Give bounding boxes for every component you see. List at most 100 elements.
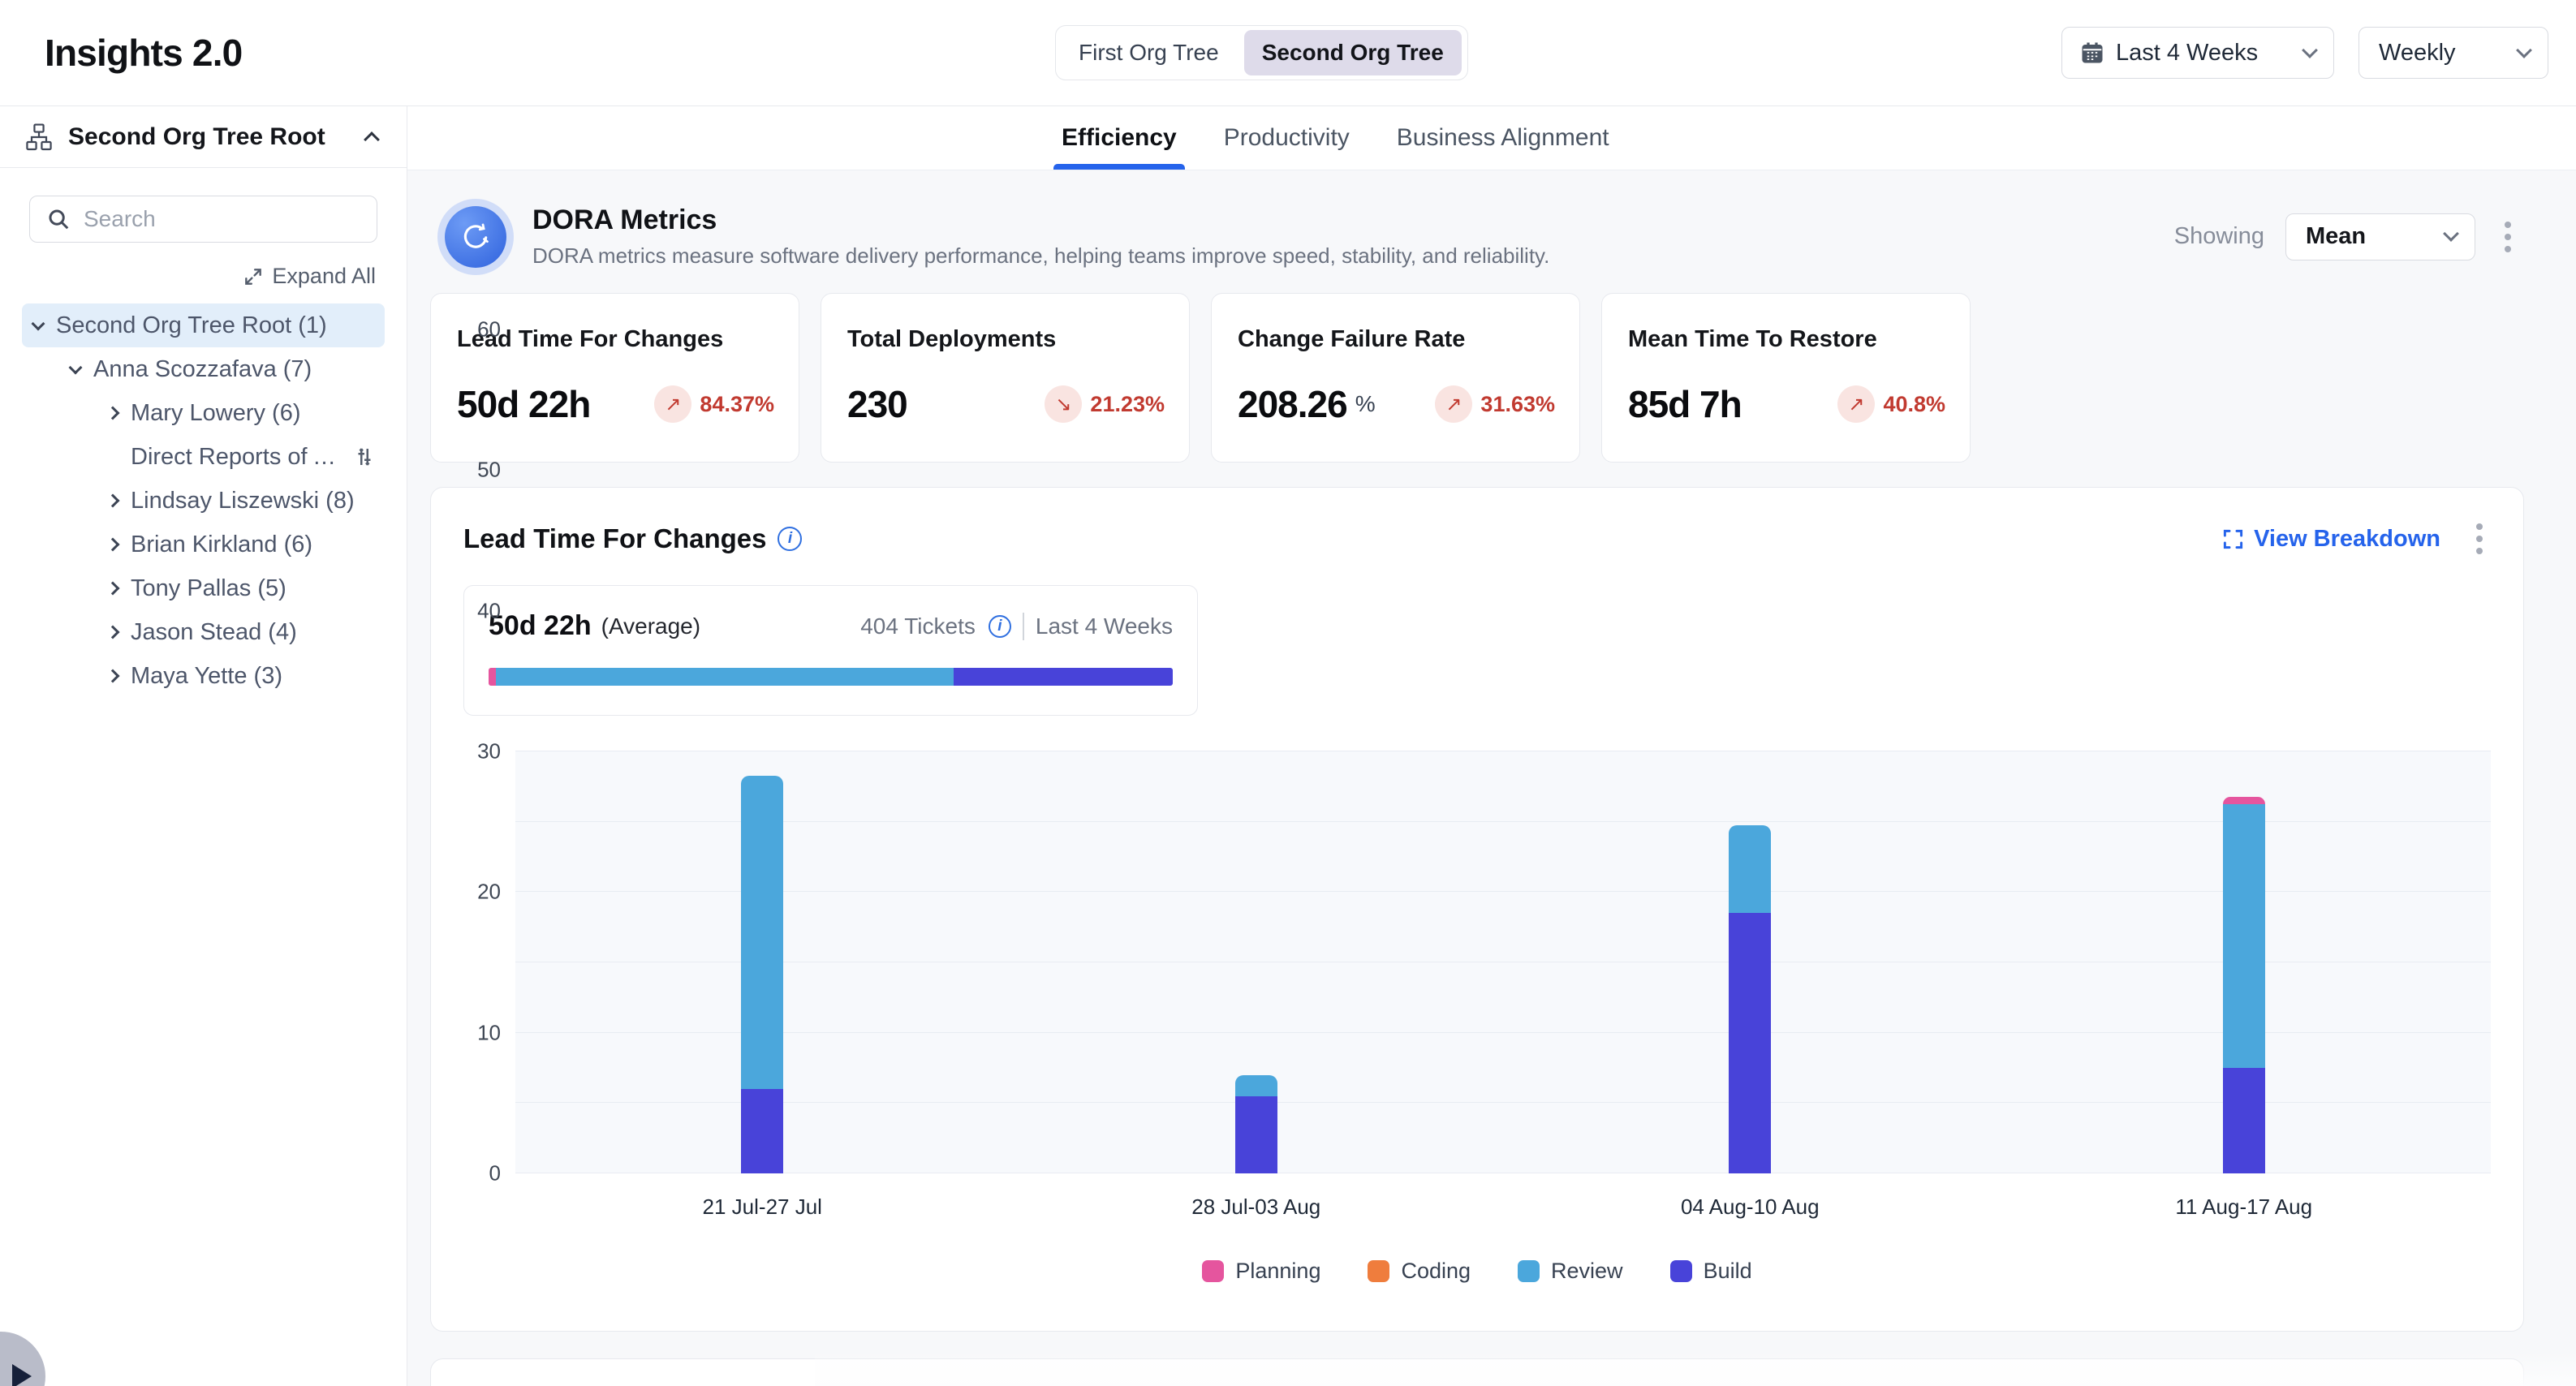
dora-menu-button[interactable] bbox=[2496, 215, 2519, 259]
bar-segment-review bbox=[1729, 825, 1771, 913]
date-range-select[interactable]: Last 4 Weeks bbox=[2061, 27, 2334, 79]
bar-slot-28-jul-03-aug bbox=[1010, 751, 1504, 1173]
divider bbox=[1023, 613, 1024, 640]
metric-card-title: Total Deployments bbox=[847, 326, 1165, 353]
org-tree-icon bbox=[24, 123, 54, 152]
info-icon[interactable]: i bbox=[989, 615, 1011, 638]
metric-value: 208.26 bbox=[1238, 382, 1347, 426]
tree-item-label: Lindsay Liszewski (8) bbox=[131, 488, 355, 514]
x-axis-label: 11 Aug-17 Aug bbox=[1997, 1194, 2492, 1220]
legend-item-build[interactable]: Build bbox=[1670, 1259, 1752, 1284]
metric-delta-value: 31.63% bbox=[1480, 392, 1555, 417]
distribution-segment-planning bbox=[489, 668, 496, 686]
calendar-icon bbox=[2080, 41, 2104, 65]
topbar-controls: Last 4 Weeks Weekly bbox=[2061, 27, 2548, 79]
trend-up-icon: ↗ bbox=[1435, 385, 1472, 423]
granularity-value: Weekly bbox=[2379, 40, 2456, 67]
bar-11-aug-17-aug[interactable] bbox=[2223, 797, 2265, 1173]
legend-label: Build bbox=[1704, 1259, 1752, 1284]
bar-segment-review bbox=[2223, 804, 2265, 1068]
expand-frame-icon bbox=[2222, 528, 2244, 550]
chevron-right-icon[interactable] bbox=[106, 407, 120, 420]
tree-item-brian-kirkland-6[interactable]: Brian Kirkland (6) bbox=[22, 523, 385, 566]
chart-plot-area: 0102030405060 bbox=[515, 751, 2491, 1173]
x-axis-label: 04 Aug-10 Aug bbox=[1503, 1194, 1997, 1220]
tree-item-mary-lowery-6[interactable]: Mary Lowery (6) bbox=[22, 391, 385, 435]
tree-item-label: Tony Pallas (5) bbox=[131, 575, 286, 602]
lead-time-average-label: (Average) bbox=[601, 613, 700, 639]
filter-icon[interactable] bbox=[352, 445, 377, 469]
bar-04-aug-10-aug[interactable] bbox=[1729, 825, 1771, 1173]
tree-item-direct-reports-of-a[interactable]: Direct Reports of A... bbox=[22, 435, 385, 479]
lead-time-average-value: 50d 22h bbox=[489, 610, 592, 642]
metric-delta-badge: ↘21.23% bbox=[1045, 385, 1165, 423]
sidebar-collapse-chevron-icon[interactable] bbox=[364, 131, 380, 148]
tab-business-alignment[interactable]: Business Alignment bbox=[1397, 106, 1609, 170]
y-axis-label: 10 bbox=[477, 1020, 501, 1045]
chevron-right-icon[interactable] bbox=[106, 582, 120, 596]
tree-item-jason-stead-4[interactable]: Jason Stead (4) bbox=[22, 610, 385, 654]
lead-time-panel: Lead Time For Changes i View Breakdown bbox=[430, 487, 2524, 1332]
tree-item-second-org-tree-root-1[interactable]: Second Org Tree Root (1) bbox=[22, 303, 385, 347]
bar-segment-build bbox=[741, 1089, 783, 1173]
chevron-right-icon[interactable] bbox=[106, 538, 120, 552]
legend-item-coding[interactable]: Coding bbox=[1368, 1259, 1471, 1284]
tree-item-tony-pallas-5[interactable]: Tony Pallas (5) bbox=[22, 566, 385, 610]
expand-right-icon bbox=[12, 1364, 32, 1386]
tree-item-anna-scozzafava-7[interactable]: Anna Scozzafava (7) bbox=[22, 347, 385, 391]
lead-time-chart: 0102030405060 21 Jul-27 Jul28 Jul-03 Aug… bbox=[463, 751, 2491, 1331]
legend-item-review[interactable]: Review bbox=[1518, 1259, 1623, 1284]
lead-time-view-breakdown-link[interactable]: View Breakdown bbox=[2222, 526, 2440, 553]
aggregation-select[interactable]: Mean bbox=[2285, 213, 2475, 260]
sidebar-search[interactable] bbox=[29, 196, 377, 243]
toggle-option-second-org-tree[interactable]: Second Org Tree bbox=[1244, 30, 1462, 75]
legend-label: Review bbox=[1551, 1259, 1623, 1284]
bar-slot-11-aug-17-aug bbox=[1997, 751, 2492, 1173]
tree-item-label: Jason Stead (4) bbox=[131, 619, 297, 646]
expand-arrows-icon bbox=[243, 266, 264, 287]
metric-value-row: 85d 7h↗40.8% bbox=[1628, 382, 1945, 426]
content: DORA Metrics DORA metrics measure softwa… bbox=[407, 170, 2576, 1386]
tree-item-maya-yette-3[interactable]: Maya Yette (3) bbox=[22, 654, 385, 698]
sidebar-resize-handle[interactable] bbox=[0, 1332, 45, 1386]
chevron-down-icon[interactable] bbox=[69, 360, 83, 374]
chevron-down-icon bbox=[2443, 226, 2459, 242]
legend-item-planning[interactable]: Planning bbox=[1202, 1259, 1320, 1284]
y-axis-label: 40 bbox=[477, 598, 501, 623]
chevron-right-icon[interactable] bbox=[106, 626, 120, 639]
granularity-select[interactable]: Weekly bbox=[2358, 27, 2548, 79]
lead-time-menu-button[interactable] bbox=[2468, 517, 2491, 561]
bar-21-jul-27-jul[interactable] bbox=[741, 776, 783, 1173]
dora-subtitle: DORA metrics measure software delivery p… bbox=[532, 243, 1549, 269]
sidebar: Second Org Tree Root Expand All bbox=[0, 106, 407, 1386]
metric-delta-badge: ↗40.8% bbox=[1837, 385, 1945, 423]
legend-swatch bbox=[1670, 1260, 1692, 1282]
app-root: Insights 2.0 First Org TreeSecond Org Tr… bbox=[0, 0, 2576, 1386]
tree-item-label: Anna Scozzafava (7) bbox=[93, 356, 312, 383]
search-input[interactable] bbox=[84, 206, 360, 232]
expand-all-button[interactable]: Expand All bbox=[31, 264, 376, 289]
tab-efficiency[interactable]: Efficiency bbox=[1062, 106, 1177, 170]
metric-card-title: Change Failure Rate bbox=[1238, 326, 1555, 353]
tabs: Efficiency Productivity Business Alignment bbox=[1062, 106, 1609, 170]
showing-label: Showing bbox=[2174, 223, 2264, 250]
x-axis-label: 28 Jul-03 Aug bbox=[1010, 1194, 1504, 1220]
org-tree: Second Org Tree Root (1) Anna Scozzafava … bbox=[0, 295, 407, 698]
info-icon[interactable]: i bbox=[778, 527, 802, 551]
chevron-down-icon[interactable] bbox=[32, 316, 45, 330]
dora-cycle-icon bbox=[445, 206, 506, 268]
bar-28-jul-03-aug[interactable] bbox=[1235, 1075, 1277, 1173]
legend-swatch bbox=[1368, 1260, 1389, 1282]
toggle-option-first-org-tree[interactable]: First Org Tree bbox=[1058, 26, 1240, 80]
metric-card-title: Lead Time For Changes bbox=[457, 326, 774, 353]
tree-item-label: Second Org Tree Root (1) bbox=[56, 312, 327, 339]
chevron-right-icon[interactable] bbox=[106, 494, 120, 508]
app-title: Insights 2.0 bbox=[45, 31, 242, 75]
metric-delta-badge: ↗ 31.63% bbox=[1435, 385, 1555, 423]
chevron-right-icon[interactable] bbox=[106, 669, 120, 683]
aggregation-value: Mean bbox=[2306, 223, 2366, 250]
tab-productivity[interactable]: Productivity bbox=[1224, 106, 1350, 170]
tree-item-lindsay-liszewski-8[interactable]: Lindsay Liszewski (8) bbox=[22, 479, 385, 523]
metric-unit: % bbox=[1355, 391, 1376, 417]
bar-slot-21-jul-27-jul bbox=[515, 751, 1010, 1173]
